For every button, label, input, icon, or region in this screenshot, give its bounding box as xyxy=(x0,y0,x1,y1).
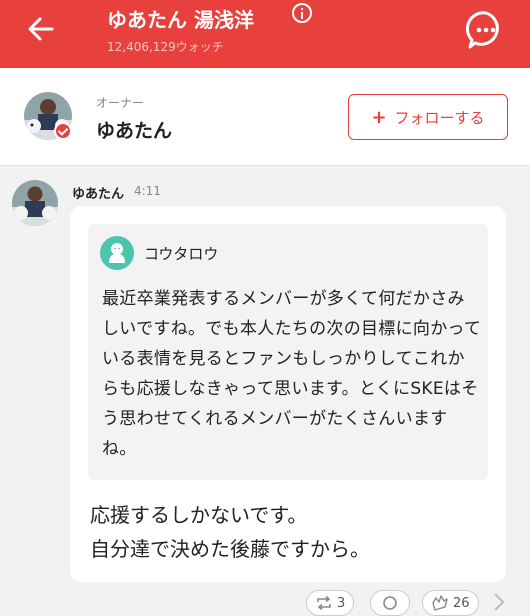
like-button[interactable]: 26 xyxy=(422,590,479,616)
chat-bubble-icon[interactable] xyxy=(466,10,506,50)
message-time: 4:11 xyxy=(134,184,161,198)
follow-button[interactable]: + フォローする xyxy=(348,94,508,140)
chevron-right-icon[interactable] xyxy=(487,593,505,611)
user-face-icon xyxy=(100,236,134,270)
action-bar: 3 26 xyxy=(300,590,530,616)
verified-check-icon xyxy=(54,122,72,140)
top-bar: ゆあたん 湯浅洋 12,406,129ウォッチ xyxy=(0,0,530,68)
reply-text: 応援するしかないです。 自分達で決めた後藤ですから。 xyxy=(90,498,490,566)
reply-line: 自分達で決めた後藤ですから。 xyxy=(90,537,370,561)
reply-line: 応援するしかないです。 xyxy=(90,503,308,527)
quote-author: コウタロウ xyxy=(144,245,219,263)
arrow-left-icon[interactable] xyxy=(26,14,56,44)
message-author: ゆあたん xyxy=(72,187,125,202)
author-avatar[interactable] xyxy=(12,180,58,226)
message-bubble: コウタロウ 最近卒業発表するメンバーが多くて何だかさみしいですね。でも本人たちの… xyxy=(70,206,506,582)
owner-name: ゆあたん xyxy=(96,120,173,142)
quoted-comment[interactable]: コウタロウ 最近卒業発表するメンバーが多くて何だかさみしいですね。でも本人たちの… xyxy=(88,224,488,480)
owner-role-label: オーナー xyxy=(96,96,145,110)
clap-hand-icon xyxy=(432,595,448,611)
page-title: ゆあたん 湯浅洋 xyxy=(107,8,254,32)
repost-count: 3 xyxy=(337,595,346,611)
comment-icon xyxy=(383,596,397,610)
info-icon[interactable] xyxy=(292,3,312,23)
reply-button[interactable] xyxy=(370,590,410,616)
repost-button[interactable]: 3 xyxy=(306,590,355,616)
repost-icon xyxy=(317,596,331,610)
plus-icon: + xyxy=(371,106,387,128)
like-count: 26 xyxy=(453,595,470,611)
owner-section: オーナー ゆあたん + フォローする xyxy=(0,68,530,166)
follow-label: フォローする xyxy=(394,108,485,127)
quote-text: 最近卒業発表するメンバーが多くて何だかさみしいですね。でも本人たちの次の目標に向… xyxy=(102,289,482,459)
watch-count: 12,406,129ウォッチ xyxy=(107,40,224,54)
